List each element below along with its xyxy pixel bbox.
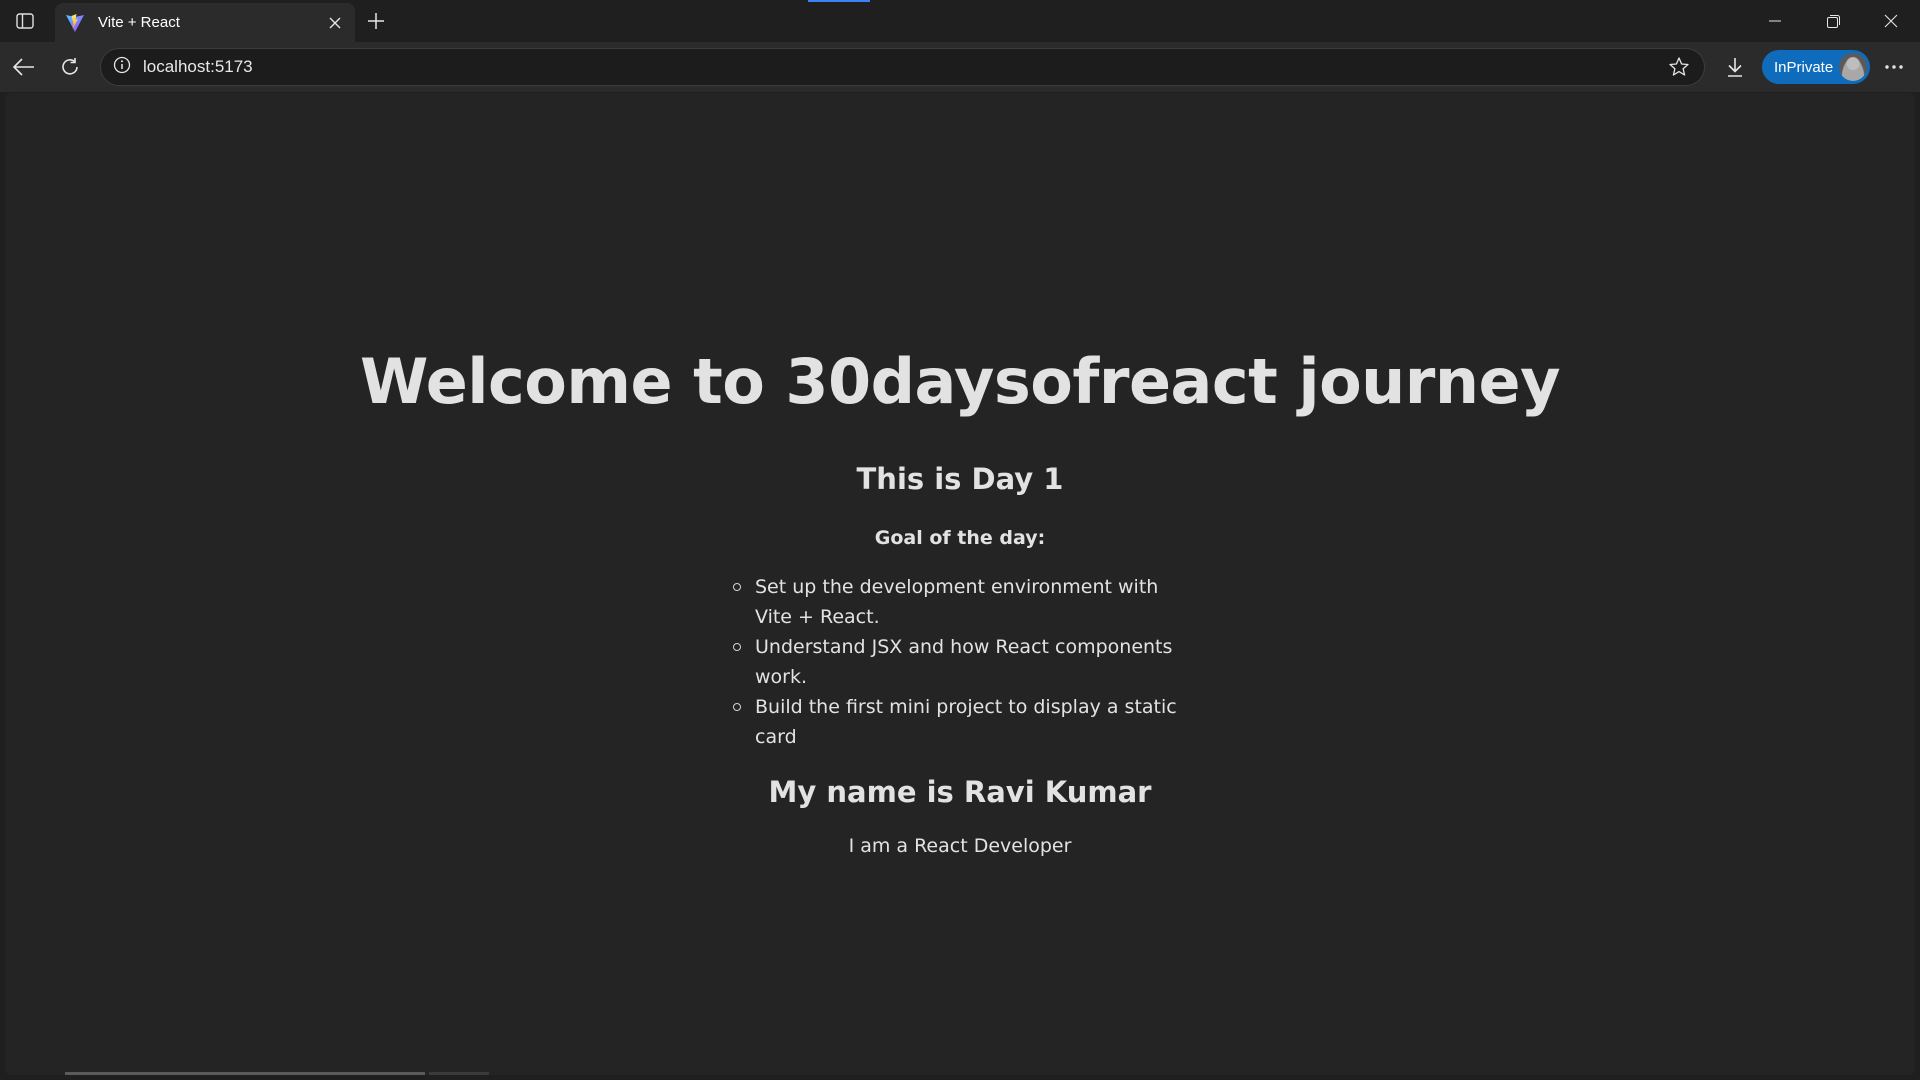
inprivate-label: InPrivate bbox=[1774, 58, 1834, 76]
back-arrow-icon[interactable] bbox=[8, 51, 40, 83]
minimize-icon[interactable] bbox=[1746, 0, 1804, 42]
profile-avatar-icon bbox=[1839, 53, 1867, 81]
plus-icon[interactable] bbox=[360, 6, 392, 36]
goal-heading: Goal of the day: bbox=[874, 527, 1046, 549]
window-close-icon[interactable] bbox=[1862, 0, 1920, 42]
close-icon[interactable] bbox=[321, 9, 349, 37]
star-icon[interactable] bbox=[1662, 50, 1696, 84]
download-icon[interactable] bbox=[1719, 51, 1751, 83]
horizontal-scrollbar[interactable] bbox=[65, 1072, 425, 1075]
sidebar-toggle-icon[interactable] bbox=[10, 8, 40, 34]
day-heading: This is Day 1 bbox=[856, 462, 1064, 496]
tab-vite-react[interactable]: Vite + React bbox=[55, 3, 355, 42]
window-controls bbox=[1746, 0, 1920, 42]
vite-logo-icon bbox=[65, 13, 85, 33]
tab-drag-indicator bbox=[808, 0, 870, 2]
address-bar[interactable]: localhost:5173 bbox=[100, 48, 1705, 86]
url-text[interactable]: localhost:5173 bbox=[143, 57, 1662, 77]
inprivate-badge[interactable]: InPrivate bbox=[1762, 50, 1870, 84]
role-text: I am a React Developer bbox=[848, 835, 1072, 857]
page-heading: Welcome to 30daysofreact journey bbox=[360, 345, 1560, 418]
app-root: Welcome to 30daysofreact journey This is… bbox=[5, 93, 1915, 1075]
tab-title: Vite + React bbox=[98, 14, 180, 31]
refresh-icon[interactable] bbox=[54, 51, 86, 83]
goals-list: Set up the development environment with … bbox=[730, 572, 1190, 752]
info-icon[interactable] bbox=[113, 56, 131, 78]
list-item: Build the first mini project to display … bbox=[730, 692, 1190, 752]
name-heading: My name is Ravi Kumar bbox=[768, 775, 1152, 809]
page-viewport: Welcome to 30daysofreact journey This is… bbox=[5, 93, 1915, 1075]
more-icon[interactable] bbox=[1878, 51, 1910, 83]
horizontal-scrollbar-track[interactable] bbox=[429, 1072, 489, 1075]
tab-strip: Vite + React bbox=[0, 0, 1920, 42]
browser-toolbar: localhost:5173 InPrivate bbox=[0, 42, 1920, 92]
list-item: Understand JSX and how React components … bbox=[730, 632, 1190, 692]
list-item: Set up the development environment with … bbox=[730, 572, 1190, 632]
restore-icon[interactable] bbox=[1804, 0, 1862, 42]
